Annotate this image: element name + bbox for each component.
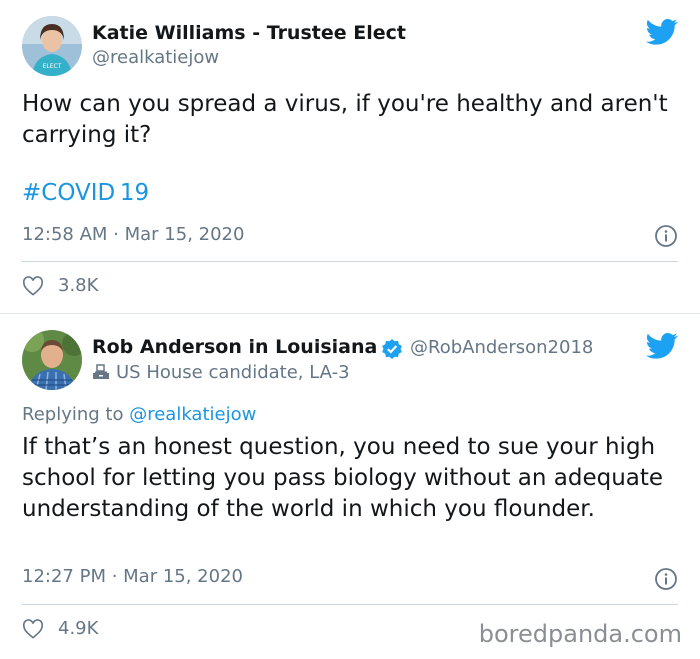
- display-name[interactable]: Katie Williams - Trustee Elect: [92, 22, 406, 44]
- screenshot-root: { "tweet1": { "name": "Katie Williams - …: [0, 0, 700, 658]
- divider: [22, 261, 678, 262]
- tweet-timestamp[interactable]: 12:58 AM · Mar 15, 2020: [22, 224, 244, 245]
- verified-badge-icon: [382, 339, 402, 359]
- tweet-card-1: ELECT Katie Williams - Trustee Elect @re…: [0, 0, 700, 313]
- like-count: 3.8K: [58, 275, 99, 296]
- ballot-box-icon: [93, 364, 109, 379]
- like-button[interactable]: 4.9K: [22, 618, 98, 639]
- replying-to-handle[interactable]: @realkatiejow: [129, 404, 256, 425]
- replying-to-label: Replying to: [22, 404, 124, 425]
- like-button[interactable]: 3.8K: [22, 275, 98, 296]
- watermark: boredpanda.com: [478, 620, 682, 648]
- twitter-bird-icon[interactable]: [646, 18, 678, 46]
- tweet-card-2: Rob Anderson in Louisiana @RobAnderson20…: [0, 313, 700, 659]
- svg-text:ELECT: ELECT: [43, 63, 62, 70]
- tweet-timestamp[interactable]: 12:27 PM · Mar 15, 2020: [22, 566, 243, 587]
- hashtag-link[interactable]: #COVID 19: [22, 180, 149, 206]
- display-name[interactable]: Rob Anderson in Louisiana: [92, 336, 377, 358]
- twitter-bird-icon[interactable]: [646, 332, 678, 360]
- like-count: 4.9K: [58, 618, 99, 639]
- heart-icon: [22, 275, 44, 296]
- replying-to: Replying to @realkatiejow: [22, 404, 256, 425]
- info-icon[interactable]: [654, 224, 678, 248]
- avatar-katie[interactable]: ELECT: [22, 16, 82, 76]
- user-bio: US House candidate, LA-3: [116, 362, 350, 383]
- info-icon[interactable]: [654, 567, 678, 591]
- tweet-text: How can you spread a virus, if you're he…: [22, 91, 668, 148]
- divider: [22, 604, 678, 605]
- heart-icon: [22, 618, 44, 639]
- tweet-text: If that’s an honest question, you need t…: [22, 434, 664, 522]
- user-handle[interactable]: @RobAnderson2018: [410, 337, 593, 358]
- user-handle[interactable]: @realkatiejow: [92, 47, 219, 68]
- avatar-rob[interactable]: [22, 330, 82, 390]
